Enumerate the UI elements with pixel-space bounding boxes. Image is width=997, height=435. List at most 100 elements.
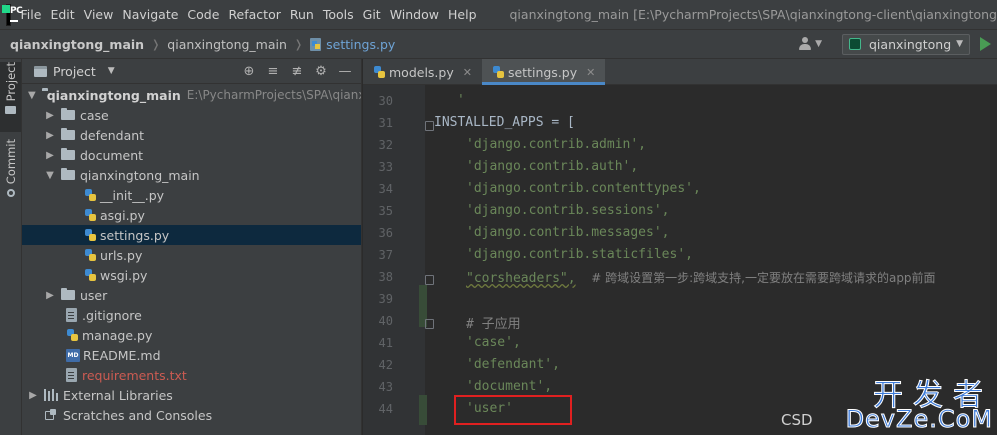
menu-code[interactable]: Code: [187, 7, 219, 22]
tree-item-init-py[interactable]: __init__.py: [22, 185, 361, 205]
tool-tab-project[interactable]: Project: [0, 62, 21, 132]
tree-item-scratches[interactable]: Scratches and Consoles: [22, 405, 361, 425]
tree-item-urls-py[interactable]: urls.py: [22, 245, 361, 265]
collapse-all-icon[interactable]: ≢: [289, 64, 305, 79]
tab-settings-py[interactable]: settings.py ✕: [481, 59, 606, 85]
tree-item-settings-py[interactable]: settings.py: [22, 225, 361, 245]
breadcrumb-folder[interactable]: qianxingtong_main: [167, 37, 287, 52]
commit-icon: [6, 189, 15, 198]
python-file-icon: [84, 208, 97, 222]
tree-item-asgi-py[interactable]: asgi.py: [22, 205, 361, 225]
chevron-down-icon[interactable]: ▼: [815, 39, 822, 49]
tree-item-wsgi-py[interactable]: wsgi.py: [22, 265, 361, 285]
code-line-38[interactable]: "corsheaders", # 跨域设置第一步:跨域支持,一定要放在需要跨域请…: [466, 269, 936, 286]
menu-edit[interactable]: Edit: [50, 7, 74, 22]
chevron-right-icon[interactable]: ▶: [45, 290, 55, 301]
code-comment: # 跨域设置第一步:跨域支持,一定要放在需要跨域请求的app前面: [591, 271, 936, 285]
tool-tab-commit[interactable]: Commit: [0, 139, 21, 209]
code-line-37[interactable]: 'django.contrib.staticfiles',: [466, 247, 693, 262]
code-line-42[interactable]: 'defendant',: [466, 357, 560, 372]
python-file-icon: [84, 268, 97, 282]
code-line-32[interactable]: 'django.contrib.admin',: [466, 137, 646, 152]
breadcrumb-separator-icon: ❭: [151, 37, 161, 51]
fold-marker-icon[interactable]: [425, 275, 434, 285]
code-editor: models.py ✕ settings.py ✕ 30 31 32 33 34…: [363, 59, 997, 435]
close-icon[interactable]: ✕: [586, 66, 595, 79]
menu-navigate[interactable]: Navigate: [122, 7, 178, 22]
line-number: 40: [378, 314, 393, 328]
tree-item-case[interactable]: ▶ case: [22, 105, 361, 125]
menu-window[interactable]: Window: [390, 7, 439, 22]
line-number: 41: [378, 336, 393, 350]
code-line-33[interactable]: 'django.contrib.auth',: [466, 159, 638, 174]
project-icon: [34, 65, 47, 77]
breadcrumb-project[interactable]: qianxingtong_main: [10, 37, 144, 52]
menu-git[interactable]: Git: [363, 7, 381, 22]
code-comment: # 子应用: [466, 317, 521, 332]
tree-item-root[interactable]: ▼ qianxingtong_main E:\PycharmProjects\S…: [22, 85, 361, 105]
editor-tabs: models.py ✕ settings.py ✕: [363, 59, 997, 85]
chevron-down-icon[interactable]: ▼: [108, 66, 115, 76]
chevron-right-icon[interactable]: ▶: [28, 390, 38, 401]
tree-item-readme-md[interactable]: MD README.md: [22, 345, 361, 365]
tree-item-label: wsgi.py: [100, 267, 148, 283]
locate-file-icon[interactable]: ⊕: [241, 64, 257, 79]
chevron-right-icon[interactable]: ▶: [45, 130, 55, 141]
code-line-34[interactable]: 'django.contrib.contenttypes',: [466, 181, 701, 196]
watermark-en: DevZe.CoM: [845, 405, 993, 434]
tree-item-user[interactable]: ▶ user: [22, 285, 361, 305]
account-icon[interactable]: [798, 37, 812, 51]
tree-item-manage-py[interactable]: manage.py: [22, 325, 361, 345]
code-line-43[interactable]: 'document',: [466, 379, 552, 394]
code-string: 'django.contrib.staticfiles',: [466, 247, 693, 262]
code-line-41[interactable]: 'case',: [466, 335, 521, 350]
tree-item-label: urls.py: [100, 247, 143, 263]
line-number: 43: [378, 380, 393, 394]
chevron-down-icon[interactable]: ▼: [45, 170, 55, 181]
gear-icon[interactable]: ⚙: [313, 64, 329, 79]
tree-item-requirements-txt[interactable]: requirements.txt: [22, 365, 361, 385]
code-line-40[interactable]: # 子应用: [466, 313, 521, 332]
menu-file[interactable]: File: [21, 7, 42, 22]
hide-icon[interactable]: —: [337, 64, 353, 79]
expand-all-icon[interactable]: ≡: [265, 64, 281, 79]
menu-view[interactable]: View: [84, 7, 114, 22]
menu-help[interactable]: Help: [448, 7, 477, 22]
line-number: 42: [378, 358, 393, 372]
change-marker[interactable]: [419, 395, 427, 425]
tree-item-label: defendant: [80, 127, 145, 143]
project-panel-title[interactable]: Project: [53, 64, 96, 79]
close-icon[interactable]: ✕: [463, 66, 472, 79]
tree-item-document[interactable]: ▶ document: [22, 145, 361, 165]
tree-item-defendant[interactable]: ▶ defendant: [22, 125, 361, 145]
code-line-31[interactable]: INSTALLED_APPS = [: [434, 115, 575, 130]
run-play-icon[interactable]: [980, 37, 991, 51]
fold-marker-icon[interactable]: [425, 121, 434, 131]
chevron-right-icon[interactable]: ▶: [45, 110, 55, 121]
tab-models-py[interactable]: models.py ✕: [363, 59, 482, 85]
run-configuration-label: qianxingtong: [869, 36, 952, 52]
menu-refactor[interactable]: Refactor: [228, 7, 280, 22]
line-number: 32: [378, 138, 393, 152]
code-string: 'django.contrib.auth',: [466, 159, 639, 174]
folder-icon: [61, 128, 75, 140]
tree-item-qianxingtong-main[interactable]: ▼ qianxingtong_main: [22, 165, 361, 185]
tab-label: settings.py: [507, 64, 578, 80]
text-file-icon: [66, 308, 77, 322]
line-number: 31: [378, 116, 393, 130]
menu-run[interactable]: Run: [290, 7, 314, 22]
run-configuration-select[interactable]: qianxingtong ▼: [842, 33, 970, 55]
menu-tools[interactable]: Tools: [323, 7, 354, 22]
fold-marker-icon[interactable]: [425, 319, 434, 329]
chevron-right-icon[interactable]: ▶: [45, 150, 55, 161]
tree-item-external-libraries[interactable]: ▶ External Libraries: [22, 385, 361, 405]
code-line-36[interactable]: 'django.contrib.messages',: [466, 225, 670, 240]
line-number: 30: [378, 94, 393, 108]
chevron-down-icon[interactable]: ▼: [28, 90, 36, 101]
code-line-30[interactable]: ': [457, 93, 465, 108]
breadcrumb-file[interactable]: settings.py: [326, 37, 395, 52]
code-line-35[interactable]: 'django.contrib.sessions',: [466, 203, 670, 218]
editor-gutter: 30 31 32 33 34 35 36 37 38 39 40 41 42 4…: [363, 85, 425, 435]
tree-item-gitignore[interactable]: .gitignore: [22, 305, 361, 325]
code-string: 'defendant',: [466, 357, 560, 372]
